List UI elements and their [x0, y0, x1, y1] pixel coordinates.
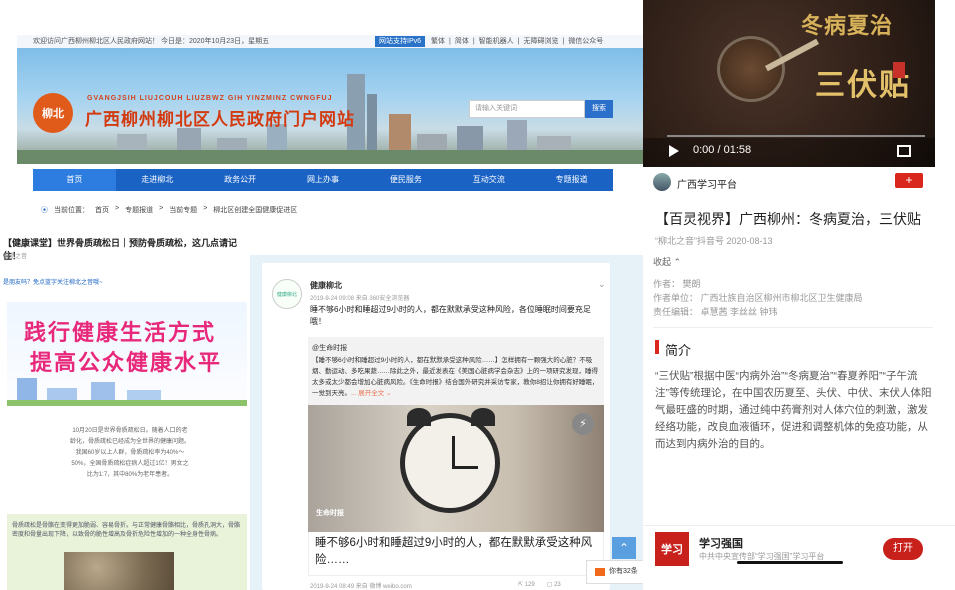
toplink-wechat[interactable]: 微信公众号 — [568, 35, 603, 48]
gov-top-bar: 欢迎访问广西柳州柳北区人民政府网站！ 今日是：2020年10月23日，星期五 网… — [17, 35, 643, 48]
breadcrumb-current-topic[interactable]: 当前专题 — [169, 205, 197, 215]
gov-logo-emblem[interactable]: 柳北 — [33, 93, 73, 133]
avatar[interactable]: 健康柳北 — [272, 279, 302, 309]
article-source: “柳北之音”抖音号 2020-08-13 — [655, 236, 773, 246]
author: 作者： 樊朗 — [653, 279, 701, 289]
back-to-top-button[interactable]: ⌃ — [612, 537, 636, 559]
play-icon[interactable] — [669, 145, 679, 157]
section-title: 简介 — [665, 343, 692, 358]
video-title-1: 冬病夏治 — [801, 13, 894, 38]
xuexi-logo[interactable]: 学习 — [655, 532, 689, 566]
image-label: 生命时报 — [316, 510, 344, 517]
post-text: 睡不够6小时和睡超过9小时的人，都在默默承受这种风险，各位睡眠时间要充足哦！ — [310, 305, 591, 326]
comment-icon: ▢ — [546, 582, 553, 588]
breadcrumb: ⦿ 当前位置： 首页 > 专题报道 > 当前专题 > 柳北区创建全国健康促进区 — [41, 205, 298, 215]
health-article: 【健康课堂】世界骨质疏松日｜预防骨质疏松，这几点请记住！ 柳北之音 是朋友吗？免… — [0, 226, 252, 590]
article-credits: 作者： 樊朗 作者单位： 广西壮族自治区柳州市柳北区卫生健康局 责任编辑： 卓慧… — [653, 277, 863, 319]
nav-special-reports[interactable]: 专题报道 — [530, 169, 613, 191]
editors: 责任编辑： 卓慧茜 李丝丝 钟玮 — [653, 307, 778, 317]
video-player[interactable]: 冬病夏治 三伏贴 0:00 / 01:58 — [643, 0, 935, 167]
breadcrumb-label: 当前位置： — [54, 207, 89, 214]
search-input[interactable]: 请输入关键词 — [469, 100, 585, 118]
repost-meta: 2019-9-24 08:49 来自 微博 weibo.com — [310, 584, 412, 590]
toplink-simplified[interactable]: 简体 — [455, 35, 469, 48]
image-caption[interactable]: 睡不够6小时和睡超过9小时的人，都在默默承受这种风险…… — [308, 532, 604, 576]
channel-name[interactable]: 广西学习平台 — [677, 176, 737, 191]
ipv6-badge: 网站支持IPv6 — [375, 36, 426, 47]
mail-icon — [595, 568, 605, 576]
blank-strip — [252, 240, 612, 256]
location-pin-icon: ⦿ — [41, 207, 48, 214]
weibo-card: 健康柳北 健康柳北 2019-9-24 09:08 来自 360安全浏览器 ⌄ … — [262, 263, 610, 590]
alarm-clock-image[interactable]: ⚡ 生命时报 — [308, 405, 604, 532]
repost-username[interactable]: @生命时报 — [312, 343, 347, 353]
nav-home[interactable]: 首页 — [33, 169, 116, 191]
nav-about[interactable]: 走进柳北 — [116, 169, 199, 191]
breadcrumb-page[interactable]: 柳北区创建全国健康促进区 — [213, 205, 297, 215]
share-icon: ⇱ — [518, 582, 524, 588]
message-toast[interactable]: 你有32条 — [586, 560, 644, 584]
toplink-accessibility[interactable]: 无障碍浏览 — [523, 35, 558, 48]
breadcrumb-reports[interactable]: 专题报道 — [125, 205, 153, 215]
article-title: 【健康课堂】世界骨质疏松日｜预防骨质疏松，这几点请记住！ — [3, 238, 238, 261]
herbal-bowl-image — [717, 36, 785, 102]
clock-icon — [400, 408, 500, 513]
nav-gov-affairs[interactable]: 政务公开 — [199, 169, 282, 191]
nav-interaction[interactable]: 互动交流 — [447, 169, 530, 191]
follow-button[interactable]: + — [895, 173, 923, 188]
nav-online-services[interactable]: 网上办事 — [282, 169, 365, 191]
author-unit: 作者单位： 广西壮族自治区柳州市柳北区卫生健康局 — [653, 293, 863, 303]
info-box-text: 骨质疏松是骨骼在变得更加脆弱、容易骨折。与正常健康骨骼相比，骨质孔洞大，骨骼密度… — [12, 523, 241, 538]
lightning-icon[interactable]: ⚡ — [572, 413, 594, 435]
poster-line-1: 践行健康生活方式 — [24, 320, 217, 345]
article-title: 【百灵视界】广西柳州：冬病夏治，三伏贴 — [655, 211, 921, 227]
progress-bar[interactable] — [667, 135, 925, 137]
welcome-text: 欢迎访问广西柳州柳北区人民政府网站！ 今日是：2020年10月23日，星期五 — [33, 38, 270, 45]
article-source[interactable]: 柳北之音 — [3, 251, 27, 260]
poster-line-2: 提高公众健康水平 — [30, 350, 223, 375]
summary-paragraph: “三伏贴”根据中医“内病外治”“冬病夏治”“春夏养阳”“子午流注”等传统理论，在… — [655, 370, 932, 450]
bone-image — [64, 552, 174, 590]
breadcrumb-home[interactable]: 首页 — [95, 205, 109, 215]
home-indicator — [737, 561, 843, 564]
toplink-robot[interactable]: 智能机器人 — [479, 35, 514, 48]
main-nav: 首页 走进柳北 政务公开 网上办事 便民服务 互动交流 专题报道 — [33, 169, 613, 191]
post-stats: ⇱ 129 ▢ 23 — [518, 581, 561, 588]
toplink-traditional[interactable]: 繁体 — [431, 35, 445, 48]
gov-website: 欢迎访问广西柳州柳北区人民政府网站！ 今日是：2020年10月23日，星期五 网… — [17, 35, 643, 255]
post-meta: 2019-9-24 09:08 来自 360安全浏览器 — [310, 296, 410, 302]
site-name[interactable]: 广西柳州柳北区人民政府门户网站 — [85, 105, 355, 130]
repost-text: 【睡不够6小时和睡超过9小时的人，都在默默承受这种风险……】怎样拥有一颗强大的心… — [312, 355, 602, 399]
red-seal — [893, 62, 905, 78]
mobile-article: 冬病夏治 三伏贴 0:00 / 01:58 广西学习平台 + 【百灵视界】广西柳… — [643, 0, 955, 590]
chevron-down-icon[interactable]: ⌄ — [598, 279, 606, 290]
search-button[interactable]: 搜索 — [585, 100, 613, 118]
nav-public-services[interactable]: 便民服务 — [364, 169, 447, 191]
collapse-toggle[interactable]: 收起 ⌃ — [653, 255, 681, 268]
follow-prompt[interactable]: 是朋友吗？免点蓝字关注柳北之音哦~ — [3, 277, 103, 286]
post-username[interactable]: 健康柳北 — [310, 280, 342, 291]
weibo-post-panel: 健康柳北 健康柳北 2019-9-24 09:08 来自 360安全浏览器 ⌄ … — [250, 255, 644, 590]
expand-link[interactable]: ... 展开全文 ⌄ — [351, 390, 391, 397]
comment-count[interactable]: ▢ 23 — [547, 581, 561, 588]
fullscreen-icon[interactable] — [897, 145, 911, 157]
site-pinyin: GVANGJSIH LIUJCOUH LIUZBWZ GIH YINZMINZ … — [87, 95, 333, 102]
repost-block[interactable]: @生命时报 【睡不够6小时和睡超过9小时的人，都在默默承受这种风险……】怎样拥有… — [308, 337, 604, 532]
repost-count[interactable]: ⇱ 129 — [518, 581, 535, 588]
open-app-button[interactable]: 打开 — [883, 538, 923, 560]
article-body: 10月20日是世界骨质疏松日。随着人口的老龄化，骨质疏松已经成为全世界的健康问题… — [70, 428, 191, 478]
app-name: 学习强国 — [699, 538, 743, 550]
video-time: 0:00 / 01:58 — [693, 144, 752, 156]
channel-avatar[interactable] — [653, 173, 671, 191]
